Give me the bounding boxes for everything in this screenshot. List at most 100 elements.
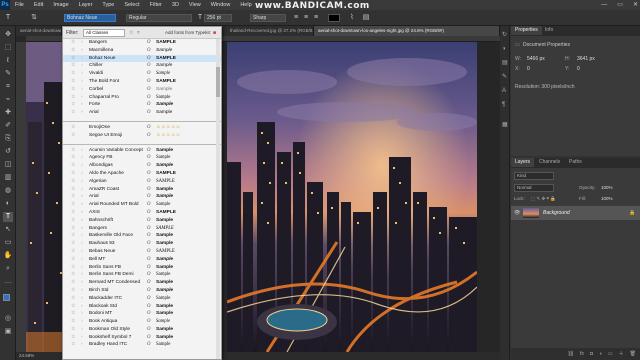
- new-group-icon[interactable]: ▭: [608, 348, 613, 360]
- font-list-item[interactable]: ☆ › Bahnschrift O Sample: [63, 217, 221, 225]
- favorite-star-icon[interactable]: ☆: [71, 94, 75, 102]
- healing-tool-icon[interactable]: ✚: [3, 108, 13, 118]
- typekit-icon[interactable]: ■: [213, 30, 216, 36]
- delete-layer-icon[interactable]: 🗑: [630, 348, 636, 360]
- foreground-color-swatch[interactable]: [3, 294, 10, 301]
- favorite-star-icon[interactable]: ☆: [71, 55, 75, 63]
- quick-select-tool-icon[interactable]: ✎: [3, 69, 13, 79]
- font-list-item[interactable]: ☆ › Bebas Neue O SAMPLE: [63, 248, 221, 256]
- favorite-star-icon[interactable]: ☆: [71, 318, 75, 326]
- favorite-star-icon[interactable]: ☆: [71, 303, 75, 311]
- font-list-item[interactable]: ☆ › Vivaldi O Sample: [63, 70, 221, 78]
- favorite-star-icon[interactable]: ☆: [71, 86, 75, 94]
- font-list-item[interactable]: ☆ › Bernard MT Condensed O Sample: [63, 279, 221, 287]
- font-list-item[interactable]: ☆ EmojiOne O ☺☺☺☺☺: [63, 124, 221, 132]
- more-tools-icon[interactable]: …: [3, 277, 13, 287]
- libraries-panel-icon[interactable]: ▤: [502, 60, 508, 66]
- document-image-city-night[interactable]: [227, 42, 477, 352]
- document-tab-active[interactable]: aerial-shot-downtown-los-angeles-night.j…: [314, 26, 500, 36]
- menu-3d[interactable]: 3D: [167, 0, 184, 10]
- favorite-star-icon[interactable]: ☆: [71, 232, 75, 240]
- font-list-item[interactable]: ☆ › Bodoni MT O Sample: [63, 310, 221, 318]
- favorite-star-icon[interactable]: ☆: [71, 264, 75, 272]
- favorite-star-icon[interactable]: ☆: [71, 217, 75, 225]
- font-list-item[interactable]: ☆ › Birch Std O Sample: [63, 287, 221, 295]
- favorites-filter-icon[interactable]: ☆: [129, 30, 133, 36]
- favorite-star-icon[interactable]: ☆: [71, 109, 75, 117]
- screen-mode-icon[interactable]: ▣: [3, 327, 13, 337]
- favorite-star-icon[interactable]: ☆: [71, 132, 75, 140]
- stamp-tool-icon[interactable]: ⎘: [3, 134, 13, 144]
- favorite-star-icon[interactable]: ☆: [71, 248, 75, 256]
- similar-fonts-icon[interactable]: ≈: [137, 30, 140, 36]
- favorite-star-icon[interactable]: ☆: [71, 62, 75, 70]
- fx-icon[interactable]: fx: [580, 348, 584, 360]
- font-list-item[interactable]: ☆ › Bookshelf Symbol 7 O Sample: [63, 334, 221, 342]
- menu-layer[interactable]: Layer: [74, 0, 98, 10]
- favorite-star-icon[interactable]: ☆: [71, 124, 75, 132]
- tab-channels[interactable]: Channels: [535, 158, 564, 167]
- layer-kind-filter[interactable]: Kind: [514, 172, 554, 180]
- font-family-dropdown[interactable]: Filter: All Classes ☆ ≈ Add fonts from T…: [62, 26, 222, 360]
- font-list-item[interactable]: ☆ › Berlin Sans FB Demi O Sample: [63, 271, 221, 279]
- document-tab[interactable]: aerial-shot-downtown-los-angeles-night..…: [16, 26, 62, 36]
- font-list-item[interactable]: ☆ › Corbel O Sample: [63, 86, 221, 94]
- favorite-star-icon[interactable]: ☆: [71, 39, 75, 47]
- lock-icons[interactable]: ⬚ ✎ ✥ ⌗ 🔒: [531, 196, 556, 202]
- font-list-item[interactable]: ☆ › Bradley Hand ITC O Sample: [63, 341, 221, 349]
- swatches-panel-icon[interactable]: ▦: [502, 122, 508, 128]
- adjustments-panel-icon[interactable]: ◑: [502, 46, 508, 52]
- history-brush-tool-icon[interactable]: ↺: [3, 147, 13, 157]
- favorite-star-icon[interactable]: ☆: [71, 162, 75, 170]
- font-list-item[interactable]: ☆ › AXIS O SAMPLE: [63, 209, 221, 217]
- favorite-star-icon[interactable]: ☆: [71, 240, 75, 248]
- menu-window[interactable]: Window: [206, 0, 236, 10]
- favorite-star-icon[interactable]: ☆: [71, 193, 75, 201]
- adjustment-layer-icon[interactable]: ◑: [599, 348, 602, 360]
- favorite-star-icon[interactable]: ☆: [71, 310, 75, 318]
- menu-image[interactable]: Image: [48, 0, 73, 10]
- menu-help[interactable]: Help: [235, 0, 256, 10]
- menu-edit[interactable]: Edit: [29, 0, 48, 10]
- favorite-star-icon[interactable]: ☆: [71, 287, 75, 295]
- align-center-icon[interactable]: ≡: [302, 14, 310, 22]
- type-tool-icon[interactable]: T: [4, 14, 12, 22]
- favorite-star-icon[interactable]: ☆: [71, 70, 75, 78]
- document-tab[interactable]: thailand-Recovered.jpg @ 27.2% (RGB/8...…: [226, 26, 314, 36]
- favorite-star-icon[interactable]: ☆: [71, 178, 75, 186]
- font-list-item[interactable]: ☆ › Bangers O SAMPLE: [63, 225, 221, 233]
- favorite-star-icon[interactable]: ☆: [71, 279, 75, 287]
- blur-tool-icon[interactable]: ◍: [3, 186, 13, 196]
- y-value[interactable]: 0: [577, 66, 580, 72]
- link-layers-icon[interactable]: ⛓: [568, 348, 574, 360]
- font-list-item[interactable]: ☆ › The Bold Font O SAMPLE: [63, 78, 221, 86]
- favorite-star-icon[interactable]: ☆: [71, 295, 75, 303]
- font-list-item[interactable]: ☆ › Blackoak Std O Sample: [63, 303, 221, 311]
- favorite-star-icon[interactable]: ☆: [71, 47, 75, 55]
- character-panel-icon[interactable]: ▤: [362, 14, 370, 22]
- eraser-tool-icon[interactable]: ◫: [3, 160, 13, 170]
- font-list-item[interactable]: ☆ › Bell MT O Sample: [63, 256, 221, 264]
- menu-type[interactable]: Type: [97, 0, 119, 10]
- opacity-value[interactable]: 100%: [601, 185, 613, 190]
- menu-filter[interactable]: Filter: [145, 0, 167, 10]
- font-style-field[interactable]: Regular: [126, 14, 192, 22]
- favorite-star-icon[interactable]: ☆: [71, 334, 75, 342]
- marquee-tool-icon[interactable]: ⬚: [3, 43, 13, 53]
- font-list-item[interactable]: ☆ › Albondigas O Sample: [63, 162, 221, 170]
- font-list-item[interactable]: ☆ › Macmillena O Sample: [63, 47, 221, 55]
- font-list-item[interactable]: ☆ › AmaZR Coast O Sample: [63, 186, 221, 194]
- favorite-star-icon[interactable]: ☆: [71, 170, 75, 178]
- align-left-icon[interactable]: ≡: [292, 14, 300, 22]
- photoshop-logo[interactable]: Ps: [0, 0, 10, 10]
- menu-file[interactable]: File: [10, 0, 29, 10]
- quick-mask-icon[interactable]: ◎: [3, 314, 13, 324]
- tab-layers[interactable]: Layers: [511, 158, 535, 167]
- rectangle-tool-icon[interactable]: ▭: [3, 238, 13, 248]
- align-right-icon[interactable]: ≡: [312, 14, 320, 22]
- close-button[interactable]: ✕: [633, 0, 638, 10]
- tab-paths[interactable]: Paths: [565, 158, 586, 167]
- fill-value[interactable]: 100%: [601, 196, 613, 201]
- font-list-item[interactable]: ☆ › Chiller O Sample: [63, 62, 221, 70]
- font-list-item[interactable]: ☆ › Baskerville Old Face O Sample: [63, 232, 221, 240]
